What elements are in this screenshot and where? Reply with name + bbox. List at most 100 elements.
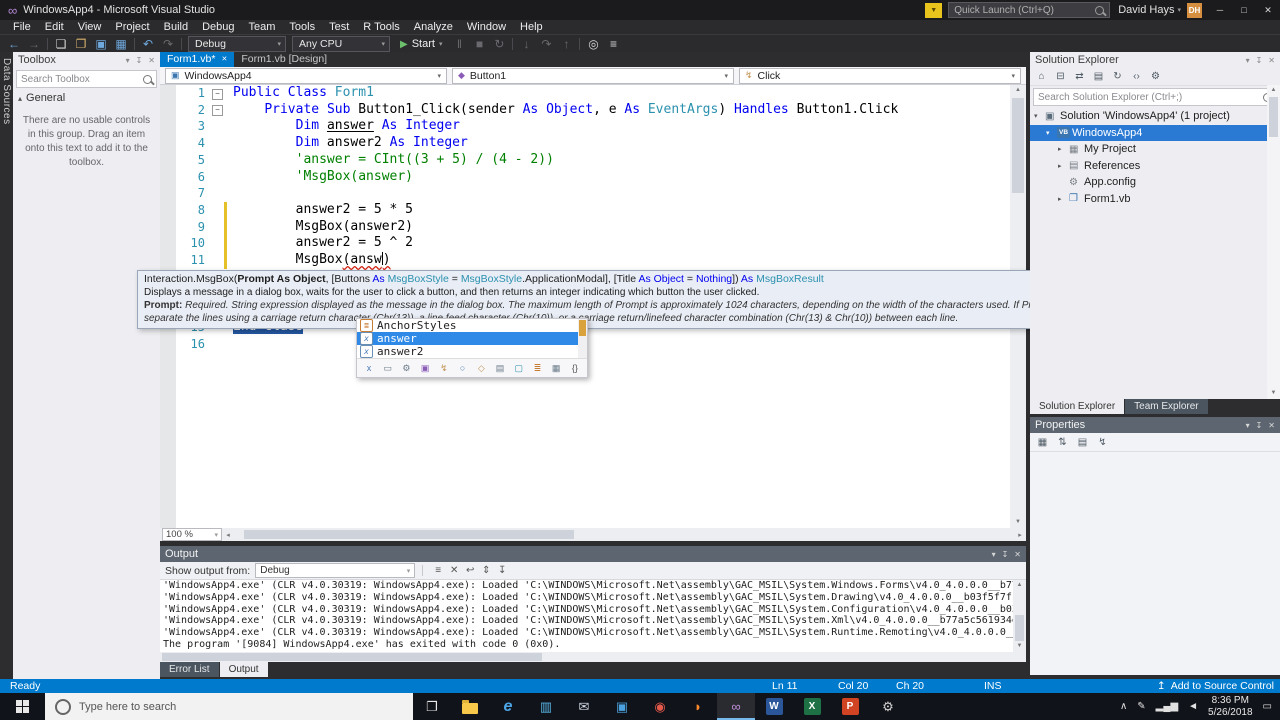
pin-icon[interactable]: ↧ (136, 56, 143, 65)
windows-ink-icon[interactable]: ✎ (1137, 701, 1145, 712)
object-dropdown[interactable]: ◆ Button1 ▾ (452, 67, 734, 84)
fold-collapse-icon[interactable]: − (212, 88, 223, 100)
tree-item-app-config[interactable]: ⚙ App.config (1030, 174, 1280, 191)
fold-collapse-icon[interactable]: − (212, 105, 223, 117)
menu-item-build[interactable]: Build (157, 20, 195, 34)
word-wrap-icon[interactable]: ↩ (462, 565, 478, 576)
toolbox-search-input[interactable]: Search Toolbox (16, 70, 157, 88)
output-vertical-scrollbar[interactable]: ▲ ▼ (1013, 580, 1026, 652)
auto-hide-tab-data-sources[interactable]: Data Sources (1, 52, 12, 679)
solution-explorer-search-input[interactable]: Search Solution Explorer (Ctrl+;) (1033, 88, 1277, 106)
filter-events-icon[interactable]: ↯ (437, 363, 451, 374)
volume-icon[interactable]: ◄ (1188, 701, 1198, 712)
scrollbar-thumb[interactable] (1015, 615, 1024, 641)
filter-structures-icon[interactable]: ▢ (512, 363, 526, 374)
undo-icon[interactable]: ↶ (138, 35, 158, 53)
task-view-icon[interactable]: ❐ (413, 693, 451, 720)
close-icon[interactable]: ✕ (1268, 56, 1275, 65)
clear-all-icon[interactable]: ✕ (446, 565, 462, 576)
code-line[interactable]: answer2 = 5 * 5 (233, 202, 413, 219)
project-dropdown[interactable]: ▣ WindowsApp4 ▾ (165, 67, 447, 84)
close-icon[interactable]: ✕ (221, 52, 227, 67)
toolbox-group-general[interactable]: ▴ General (13, 90, 160, 106)
user-avatar[interactable]: DH (1187, 2, 1202, 18)
zoom-dropdown[interactable]: 100 % ▾ (162, 528, 222, 541)
window-position-icon[interactable]: ▾ (1246, 421, 1250, 430)
open-file-icon[interactable]: ❐ (71, 35, 91, 53)
scrollbar-thumb[interactable] (1012, 98, 1024, 193)
tree-item-references[interactable]: ▸ ▤ References (1030, 158, 1280, 175)
restart-icon[interactable]: ↻ (489, 35, 509, 53)
tree-item-my-project[interactable]: ▸ ▦ My Project (1030, 141, 1280, 158)
scrollbar-thumb[interactable] (1269, 97, 1278, 137)
microsoft-edge-icon[interactable]: e (489, 693, 527, 720)
close-button[interactable]: ✕ (1256, 0, 1280, 20)
menu-item-edit[interactable]: Edit (38, 20, 71, 34)
find-in-files-icon[interactable]: ◎ (583, 35, 603, 53)
categorized-icon[interactable]: ▦ (1034, 437, 1051, 448)
break-all-icon[interactable]: ‖ (449, 35, 469, 53)
code-line[interactable]: answer2 = 5 ^ 2 (233, 235, 413, 252)
start-debugging-button[interactable]: ▶ Start ▾ (393, 36, 449, 52)
filter-classes-icon[interactable]: ◇ (474, 363, 488, 374)
excel-icon[interactable]: X (793, 693, 831, 720)
microsoft-store-icon[interactable]: ▥ (527, 693, 565, 720)
refresh-icon[interactable]: ↻ (1109, 71, 1126, 82)
file-explorer-icon[interactable] (451, 693, 489, 720)
pin-icon[interactable]: ↧ (1256, 56, 1263, 65)
start-button[interactable] (0, 693, 45, 720)
property-pages-icon[interactable]: ▤ (1074, 437, 1091, 448)
scrollbar-track[interactable] (234, 528, 1014, 541)
expander-icon[interactable]: ▸ (1058, 145, 1069, 153)
close-icon[interactable]: ✕ (1014, 550, 1021, 559)
save-all-icon[interactable]: ▦ (111, 35, 131, 53)
settings-icon[interactable]: ⚙ (869, 693, 907, 720)
pin-messages-icon[interactable]: ↧ (494, 565, 510, 576)
expander-icon[interactable]: ▸ (1058, 195, 1069, 203)
code-line[interactable]: MsgBox(answer2) (233, 219, 413, 236)
menu-item-window[interactable]: Window (460, 20, 513, 34)
code-line[interactable]: MsgBox(answ) (233, 252, 391, 269)
add-to-source-control-button[interactable]: ↥ Add to Source Control (1157, 679, 1274, 693)
menu-item-view[interactable]: View (71, 20, 109, 34)
completion-item-anchorstyles[interactable]: ≣ AnchorStyles (357, 319, 587, 332)
expander-icon[interactable]: ▾ (1046, 129, 1057, 137)
home-icon[interactable]: ⌂ (1033, 71, 1050, 82)
scroll-down-icon[interactable]: ▼ (1267, 388, 1280, 399)
scroll-lock-icon[interactable]: ⇕ (478, 565, 494, 576)
collapse-all-icon[interactable]: ⊟ (1052, 71, 1069, 82)
toolbox-header[interactable]: Toolbox ▾ ↧ ✕ (13, 52, 160, 68)
pin-icon[interactable]: ↧ (1002, 550, 1009, 559)
tab-output[interactable]: Output (219, 662, 268, 677)
output-horizontal-scrollbar[interactable] (160, 652, 1026, 662)
photos-icon[interactable]: ▣ (603, 693, 641, 720)
scroll-down-icon[interactable]: ▼ (1010, 517, 1026, 528)
action-center-icon[interactable]: ▭ (1263, 701, 1272, 712)
editor-horizontal-scrollbar[interactable]: 100 % ▾ ◂ ▸ (160, 528, 1026, 541)
scroll-right-icon[interactable]: ▸ (1014, 531, 1026, 539)
code-line[interactable]: 'MsgBox(answer) (233, 169, 413, 186)
completion-scrollbar[interactable] (578, 319, 587, 358)
network-icon[interactable]: ▂▄▆ (1156, 701, 1178, 712)
code-line[interactable]: Dim answer As Integer (233, 118, 460, 135)
alphabetical-icon[interactable]: ⇅ (1054, 437, 1071, 448)
tab-form1-vb-design[interactable]: Form1.vb [Design] (234, 52, 334, 67)
hidden-icons-chevron[interactable]: ∧ (1120, 701, 1127, 712)
taskbar-search-input[interactable]: Type here to search (45, 693, 413, 720)
menu-item-debug[interactable]: Debug (195, 20, 241, 34)
filter-methods-icon[interactable]: ▣ (418, 363, 432, 374)
expander-icon[interactable]: ▾ (1034, 112, 1045, 120)
comment-lines-icon[interactable]: ≡ (603, 35, 623, 53)
code-line[interactable]: Private Sub Button1_Click(sender As Obje… (233, 102, 898, 119)
completion-item-answer[interactable]: x answer (357, 332, 587, 345)
scroll-down-icon[interactable]: ▼ (1013, 641, 1026, 652)
scroll-up-icon[interactable]: ▲ (1013, 580, 1026, 591)
filter-constants-icon[interactable]: ▭ (381, 363, 395, 374)
filter-snippets-icon[interactable]: {} (568, 363, 582, 373)
stop-debugging-icon[interactable]: ■ (469, 35, 489, 53)
maximize-button[interactable]: □ (1232, 0, 1256, 20)
solution-explorer-scrollbar[interactable]: ▲ ▼ (1267, 85, 1280, 399)
window-position-icon[interactable]: ▾ (992, 550, 996, 559)
solution-platforms-dropdown[interactable]: Any CPU ▾ (292, 36, 390, 52)
properties-header[interactable]: Properties ▾ ↧ ✕ (1030, 417, 1280, 433)
